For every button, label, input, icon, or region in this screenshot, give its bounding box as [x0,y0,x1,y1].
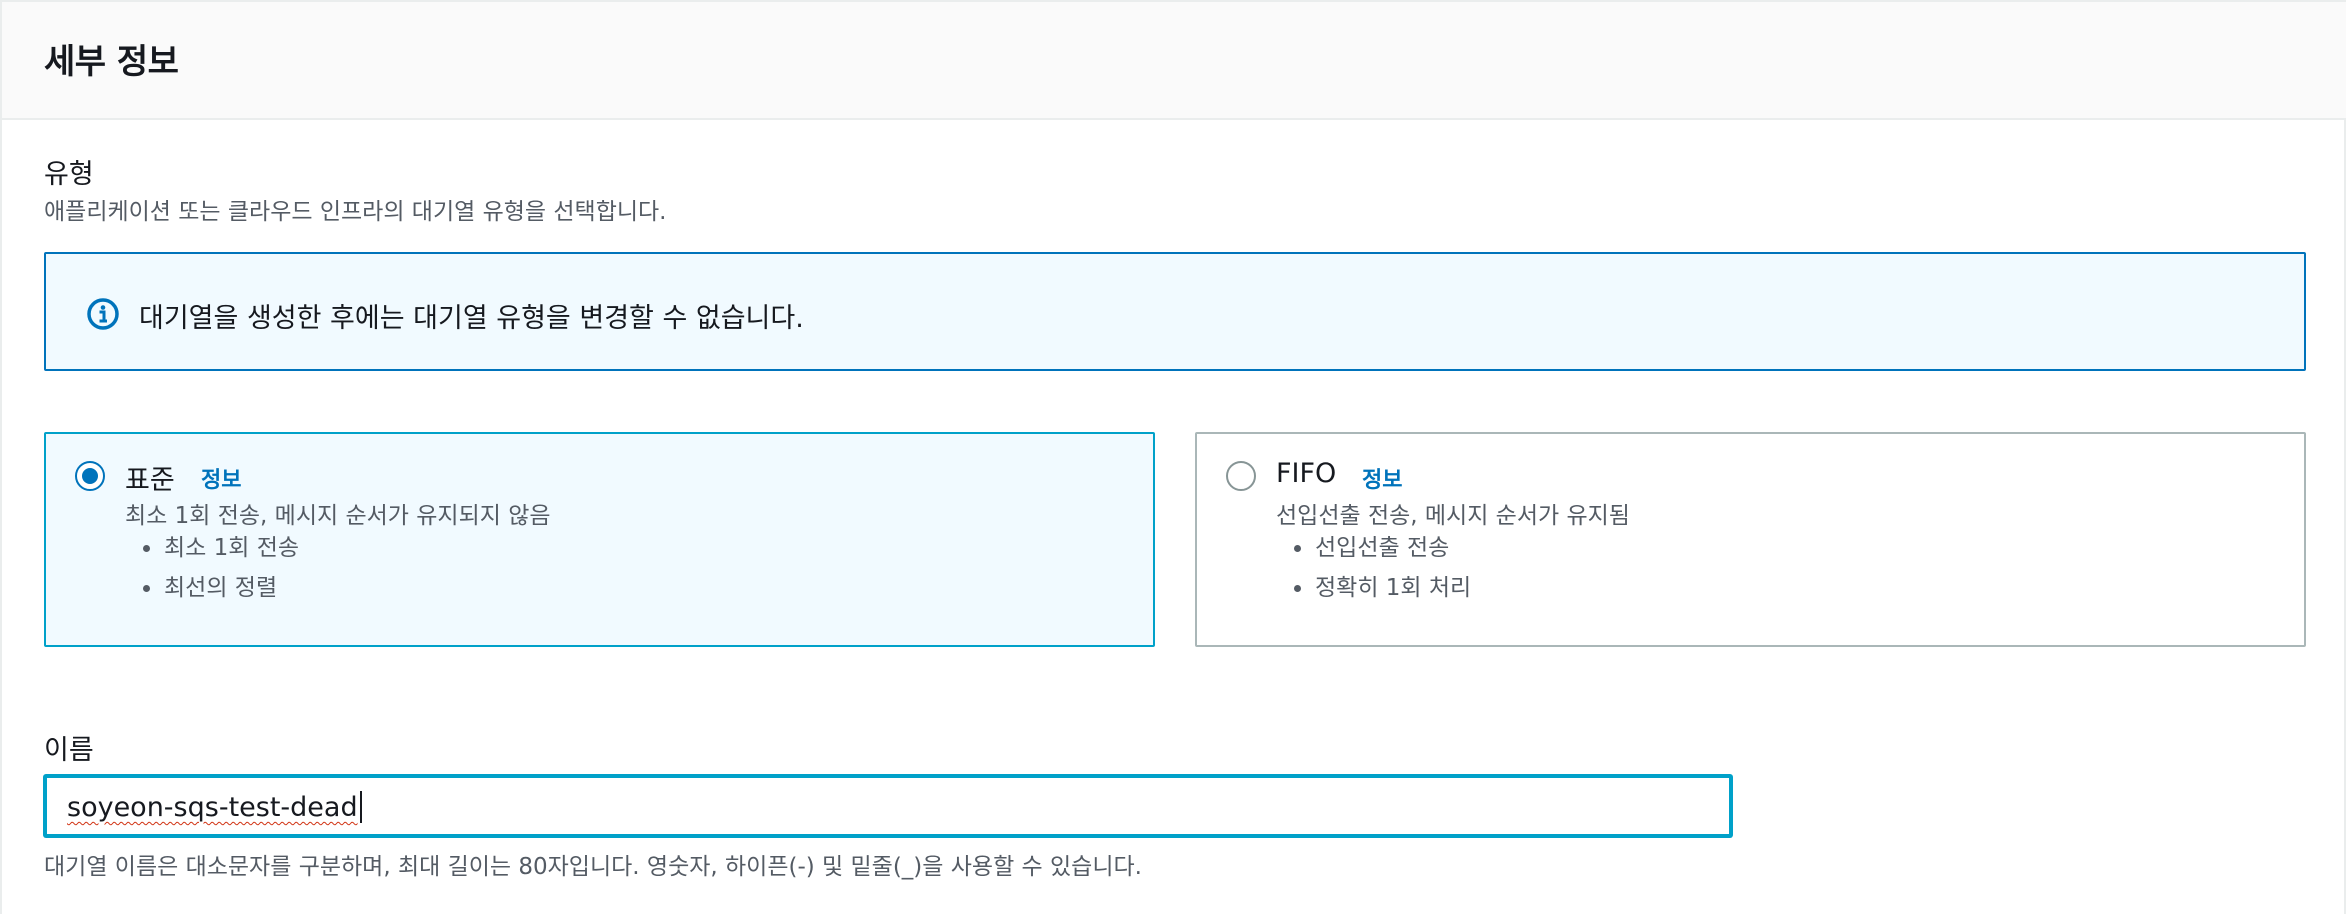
fifo-radio[interactable] [1226,461,1256,491]
list-item: 선입선출 전송 [1292,534,1471,574]
type-label: 유형 [44,159,94,190]
queue-type-fifo-tile[interactable]: FIFO 정보 선입선출 전송, 메시지 순서가 유지됨 선입선출 전송 정확히… [1195,432,2306,647]
queue-name-value[interactable]: soyeon-sqs-test-dead [67,792,358,823]
list-item: 정확히 1회 처리 [1292,574,1471,614]
details-panel: 세부 정보 유형 애플리케이션 또는 클라우드 인프라의 대기열 유형을 선택합… [0,0,2346,914]
panel-header: 세부 정보 [2,2,2346,120]
name-label: 이름 [44,735,94,766]
fifo-description: 선입선출 전송, 메시지 순서가 유지됨 [1276,503,1630,529]
list-item: 최소 1회 전송 [141,534,299,574]
fifo-feature-list: 선입선출 전송 정확히 1회 처리 [1292,534,1471,614]
standard-description: 최소 1회 전송, 메시지 순서가 유지되지 않음 [125,503,551,529]
panel-title: 세부 정보 [44,42,179,82]
text-caret [360,791,362,823]
list-item: 최선의 정렬 [141,574,299,614]
alert-text: 대기열을 생성한 후에는 대기열 유형을 변경할 수 없습니다. [139,303,804,334]
standard-radio[interactable] [75,461,105,491]
info-alert: 대기열을 생성한 후에는 대기열 유형을 변경할 수 없습니다. [44,252,2306,371]
type-description: 애플리케이션 또는 클라우드 인프라의 대기열 유형을 선택합니다. [44,199,667,225]
standard-title: 표준 [125,465,175,496]
standard-info-link[interactable]: 정보 [201,462,241,494]
queue-type-standard-tile[interactable]: 표준 정보 최소 1회 전송, 메시지 순서가 유지되지 않음 최소 1회 전송… [44,432,1155,647]
fifo-title: FIFO [1276,458,1337,489]
fifo-info-link[interactable]: 정보 [1362,462,1402,494]
queue-name-input[interactable]: soyeon-sqs-test-dead [44,775,1732,837]
standard-feature-list: 최소 1회 전송 최선의 정렬 [141,534,299,614]
name-constraint-text: 대기열 이름은 대소문자를 구분하며, 최대 길이는 80자입니다. 영숫자, … [44,854,1142,880]
info-icon [87,298,119,330]
